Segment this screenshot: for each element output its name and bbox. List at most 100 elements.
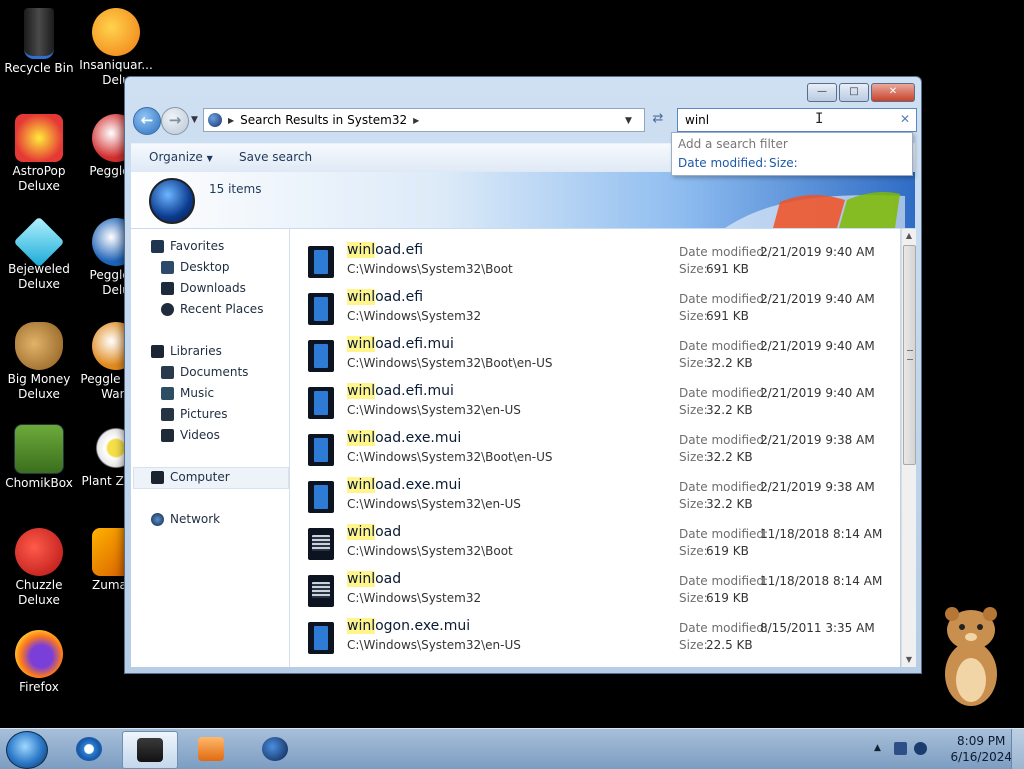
save-search-button[interactable]: Save search xyxy=(239,150,312,164)
nav-libraries[interactable]: Libraries xyxy=(151,344,222,358)
file-icon xyxy=(308,340,334,372)
file-path: C:\Windows\System32\en-US xyxy=(347,497,521,511)
filter-date-modified[interactable]: Date modified: xyxy=(678,156,767,170)
search-filter-title: Add a search filter xyxy=(678,137,788,151)
action-center-flag-icon[interactable] xyxy=(894,742,907,755)
organize-button[interactable]: Organize ▼ xyxy=(149,150,213,164)
search-match-highlight: winl xyxy=(347,289,376,305)
scroll-thumb[interactable] xyxy=(903,245,916,465)
forward-button[interactable]: → xyxy=(161,107,189,135)
file-row[interactable]: winload.efi.mui C:\Windows\System32\en-US… xyxy=(290,376,890,423)
file-path: C:\Windows\System32 xyxy=(347,309,482,323)
close-button[interactable]: ✕ xyxy=(871,83,915,102)
taskbar-media-player[interactable] xyxy=(184,731,238,767)
taskbar-internet-explorer[interactable] xyxy=(62,731,116,767)
size-value: 22.5 KB xyxy=(706,638,753,652)
nav-network[interactable]: Network xyxy=(151,512,220,526)
file-path: C:\Windows\System32\Boot\en-US xyxy=(347,450,553,464)
show-desktop-button[interactable] xyxy=(1011,729,1024,769)
explorer-folder-icon xyxy=(137,738,163,762)
date-modified-value: 11/18/2018 8:14 AM xyxy=(760,527,883,541)
desktop-icon-astropop[interactable]: AstroPop Deluxe xyxy=(1,114,77,194)
taskbar-globe-app[interactable] xyxy=(248,731,302,767)
nav-computer[interactable]: Computer xyxy=(151,470,230,484)
file-path: C:\Windows\System32\en-US xyxy=(347,638,521,652)
desktop-icon-firefox[interactable]: Firefox xyxy=(1,630,77,695)
filter-size[interactable]: Size: xyxy=(769,156,798,170)
search-match-highlight: winl xyxy=(347,242,376,258)
show-hidden-icons-icon[interactable]: ▲ xyxy=(874,742,887,755)
size-value: 32.2 KB xyxy=(706,497,753,511)
recent-places-icon xyxy=(161,302,174,316)
clock[interactable]: 8:09 PM 6/16/2024 xyxy=(950,733,1012,765)
nav-recent-places[interactable]: Recent Places xyxy=(161,302,263,316)
file-row[interactable]: winload C:\Windows\System32\Boot Date modi… xyxy=(290,517,890,564)
file-icon xyxy=(308,622,334,654)
file-row[interactable]: winload.efi.mui C:\Windows\System32\Boot\… xyxy=(290,329,890,376)
back-button[interactable]: ← xyxy=(133,107,161,135)
file-path: C:\Windows\System32\Boot xyxy=(347,544,513,558)
goldfish-icon xyxy=(92,8,140,56)
date-modified-value: 2/21/2019 9:38 AM xyxy=(760,433,875,447)
scroll-up-arrow-icon[interactable]: ▲ xyxy=(902,229,916,243)
nav-desktop[interactable]: Desktop xyxy=(161,260,230,274)
search-results-list[interactable]: winload.efi C:\Windows\System32\Boot Date … xyxy=(290,229,900,667)
breadcrumb-arrow-icon[interactable]: ▶ xyxy=(228,116,234,125)
search-results-icon xyxy=(149,178,195,224)
file-row[interactable]: winload.efi C:\Windows\System32 Date modif… xyxy=(290,282,890,329)
vertical-scrollbar[interactable]: ▲ ▼ xyxy=(901,229,916,667)
file-row[interactable]: winload.efi C:\Windows\System32\Boot Date … xyxy=(290,235,890,282)
breadcrumb-search-results[interactable]: Search Results in System32 xyxy=(240,113,407,127)
item-count: 15 items xyxy=(209,182,262,196)
breadcrumb-arrow-icon[interactable]: ▶ xyxy=(413,116,419,125)
minimize-button[interactable]: — xyxy=(807,83,837,102)
music-icon xyxy=(161,386,174,400)
hamster-mascot-icon[interactable] xyxy=(934,604,1008,708)
nav-music[interactable]: Music xyxy=(161,386,214,400)
size-value: 691 KB xyxy=(706,309,749,323)
file-row[interactable]: winload C:\Windows\System32 Date modified:… xyxy=(290,564,890,611)
refresh-button[interactable]: ⇄ xyxy=(647,108,669,130)
desktop-icon-chuzzle[interactable]: Chuzzle Deluxe xyxy=(1,528,77,608)
date-modified-label: Date modified: xyxy=(679,339,769,353)
maximize-button[interactable]: □ xyxy=(839,83,869,102)
chevron-down-icon: ▼ xyxy=(206,154,213,163)
nav-favorites[interactable]: Favorites xyxy=(151,239,224,253)
search-input[interactable] xyxy=(683,112,887,128)
nav-downloads[interactable]: Downloads xyxy=(161,281,246,295)
recycle-bin-icon xyxy=(24,8,54,59)
desktop-icon-big-money[interactable]: Big Money Deluxe xyxy=(1,322,77,402)
computer-icon xyxy=(151,470,164,484)
address-bar[interactable]: ▶ Search Results in System32 ▶ xyxy=(203,108,645,132)
date-modified-label: Date modified: xyxy=(679,527,769,541)
file-row[interactable]: winload.exe.mui C:\Windows\System32\Boot\… xyxy=(290,423,890,470)
search-box[interactable]: ✕ xyxy=(677,108,917,132)
clear-search-icon[interactable]: ✕ xyxy=(900,112,910,126)
desktop-icon-chomikbox[interactable]: ChomikBox xyxy=(1,424,77,491)
start-button[interactable] xyxy=(6,731,48,769)
desktop-icon-recycle-bin[interactable]: Recycle Bin xyxy=(1,8,77,76)
arrow-right-icon: → xyxy=(168,111,182,129)
size-value: 32.2 KB xyxy=(706,403,753,417)
nav-pictures[interactable]: Pictures xyxy=(161,407,228,421)
address-dropdown[interactable]: ▼ xyxy=(625,116,632,126)
date-modified-value: 11/18/2018 8:14 AM xyxy=(760,574,883,588)
recent-pages-dropdown[interactable]: ▼ xyxy=(191,115,198,125)
taskbar-windows-explorer[interactable] xyxy=(122,731,178,769)
search-location-icon xyxy=(208,113,222,127)
libraries-icon xyxy=(151,344,164,358)
system-file-icon xyxy=(308,528,334,560)
file-row[interactable]: winlogon.exe.mui C:\Windows\System32\en-U… xyxy=(290,611,890,658)
desktop-icon-bejeweled[interactable]: Bejeweled Deluxe xyxy=(1,216,77,292)
nav-documents[interactable]: Documents xyxy=(161,365,248,379)
file-icon xyxy=(308,293,334,325)
file-name: winload xyxy=(347,524,402,540)
network-icon[interactable] xyxy=(914,742,927,755)
file-row[interactable]: winload.exe.mui C:\Windows\System32\en-US… xyxy=(290,470,890,517)
date-modified-label: Date modified: xyxy=(679,386,769,400)
scroll-down-arrow-icon[interactable]: ▼ xyxy=(902,653,916,667)
size-label: Size: xyxy=(679,497,708,511)
nav-videos[interactable]: Videos xyxy=(161,428,220,442)
file-name: winload.efi xyxy=(347,242,424,258)
downloads-icon xyxy=(161,281,174,295)
